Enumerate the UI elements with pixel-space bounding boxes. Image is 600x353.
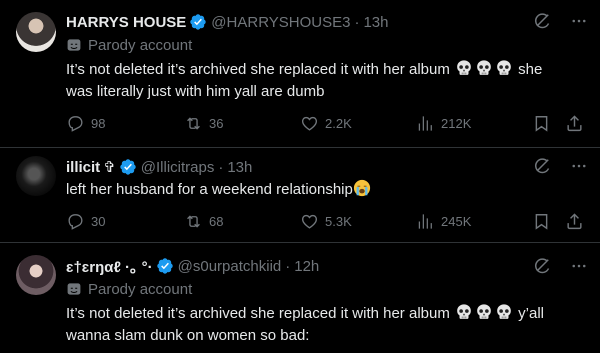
reply-icon [66, 212, 85, 231]
timestamp[interactable]: 12h [294, 258, 319, 275]
tweet-text-part: she [518, 61, 543, 78]
avatar[interactable] [16, 255, 56, 295]
repost-count: 36 [209, 115, 224, 131]
repost-count: 68 [209, 213, 224, 229]
separator-dot: · [285, 257, 291, 275]
heart-icon [300, 212, 319, 231]
tweet-text: left her husband for a weekend relations… [66, 179, 588, 201]
bookmark-icon [532, 114, 551, 133]
share-icon [565, 114, 584, 133]
repost-icon [184, 212, 203, 231]
parody-label: Parody account [66, 35, 588, 55]
repost-icon [184, 114, 203, 133]
timestamp[interactable]: 13h [227, 159, 252, 176]
bookmark-button[interactable] [532, 114, 551, 133]
parody-mask-icon [66, 281, 82, 297]
heart-icon [300, 114, 319, 133]
tweet-text: It’s not deleted it’s archived she repla… [66, 303, 588, 347]
parody-text: Parody account [88, 36, 193, 54]
views-button[interactable]: 245K [416, 212, 471, 231]
more-icon[interactable] [570, 12, 588, 30]
display-name-suffix: ✞ [103, 159, 116, 176]
tweet-3[interactable]: ɛ†ɛrŋαℓ ·｡ °· @s0urpatchkiid · 12h Parod… [0, 243, 600, 353]
view-count: 245K [441, 213, 472, 229]
avatar[interactable] [16, 156, 56, 196]
tweet-text-part: It’s not deleted it’s archived she repla… [66, 61, 450, 78]
parody-mask-icon [66, 37, 82, 53]
grok-icon[interactable] [532, 11, 552, 31]
timestamp[interactable]: 13h [363, 14, 388, 31]
grok-icon[interactable] [532, 256, 552, 276]
skull-icon [475, 59, 493, 77]
like-count: 2.2K [325, 115, 352, 131]
tweet-text-part: left her husband for a weekend relations… [66, 181, 353, 198]
views-button[interactable]: 212K [416, 114, 471, 133]
tweet-header: illicit ✞ @Illicitraps · 13h [66, 157, 588, 177]
tweet-text-line2: wanna slam dunk on women so bad: [66, 327, 310, 344]
tweet-text-line2: was literally just with him yall are dum… [66, 83, 325, 100]
verified-badge-icon [119, 158, 137, 176]
tweet-text-part: It’s not deleted it’s archived she repla… [66, 305, 450, 322]
more-icon[interactable] [570, 157, 588, 175]
reply-count: 98 [91, 115, 106, 131]
handle[interactable]: @HARRYSHOUSE3 [211, 14, 350, 31]
grok-icon[interactable] [532, 156, 552, 176]
tweet-header: ɛ†ɛrŋαℓ ·｡ °· @s0urpatchkiid · 12h [66, 256, 588, 276]
display-name[interactable]: ɛ†ɛrŋαℓ ·｡ °· [66, 256, 153, 277]
reply-button[interactable]: 30 [66, 212, 105, 231]
share-button[interactable] [565, 114, 584, 133]
avatar[interactable] [16, 12, 56, 52]
tweet-2[interactable]: illicit ✞ @Illicitraps · 13h left her hu… [0, 148, 600, 243]
tweet-text-part: y’all [518, 305, 545, 322]
repost-button[interactable]: 36 [184, 114, 223, 133]
more-icon[interactable] [570, 257, 588, 275]
view-count: 212K [441, 115, 472, 131]
like-button[interactable]: 2.2K [300, 114, 352, 133]
handle[interactable]: @s0urpatchkiid [178, 258, 282, 275]
loudly-crying-face-icon [353, 179, 371, 197]
reply-button[interactable]: 98 [66, 114, 105, 133]
skull-icon [455, 59, 473, 77]
tweet-1[interactable]: HARRYS HOUSE @HARRYSHOUSE3 · 13h Parody … [0, 0, 600, 148]
tweet-text: It’s not deleted it’s archived she repla… [66, 59, 588, 103]
bookmark-icon [532, 212, 551, 231]
like-button[interactable]: 5.3K [300, 212, 352, 231]
separator-dot: · [354, 13, 360, 31]
separator-dot: · [218, 158, 224, 176]
handle[interactable]: @Illicitraps [141, 159, 215, 176]
skull-icon [455, 303, 473, 321]
skull-icon [495, 59, 513, 77]
display-name[interactable]: illicit [66, 159, 100, 176]
views-icon [416, 212, 435, 231]
verified-badge-icon [189, 13, 207, 31]
parody-label: Parody account [66, 279, 588, 299]
reply-count: 30 [91, 213, 106, 229]
repost-button[interactable]: 68 [184, 212, 223, 231]
reply-icon [66, 114, 85, 133]
like-count: 5.3K [325, 213, 352, 229]
bookmark-button[interactable] [532, 212, 551, 231]
views-icon [416, 114, 435, 133]
display-name[interactable]: HARRYS HOUSE [66, 14, 186, 31]
share-icon [565, 212, 584, 231]
share-button[interactable] [565, 212, 584, 231]
verified-badge-icon [156, 257, 174, 275]
parody-text: Parody account [88, 280, 193, 298]
skull-icon [495, 303, 513, 321]
skull-icon [475, 303, 493, 321]
tweet-header: HARRYS HOUSE @HARRYSHOUSE3 · 13h [66, 12, 588, 32]
